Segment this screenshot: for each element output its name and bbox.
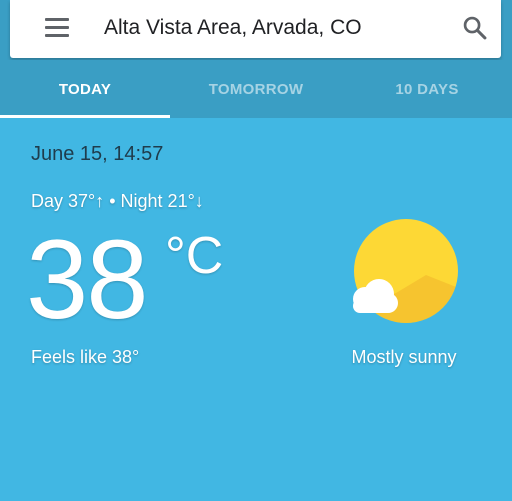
top-app-bar: Alta Vista Area, Arvada, CO (0, 0, 512, 60)
tab-today[interactable]: TODAY (0, 60, 170, 118)
day-night-temps: Day 37°↑ • Night 21°↓ (31, 191, 204, 211)
location-text[interactable]: Alta Vista Area, Arvada, CO (104, 16, 362, 40)
search-bar[interactable]: Alta Vista Area, Arvada, CO (10, 0, 501, 58)
menu-icon[interactable] (45, 18, 69, 38)
date-time: June 15, 14:57 (31, 143, 164, 165)
weather-condition: Mostly sunny (351, 347, 457, 367)
forecast-tabs: TODAY TOMORROW 10 DAYS (0, 60, 512, 118)
temperature-unit: °C (165, 227, 224, 285)
tab-10-days[interactable]: 10 DAYS (342, 60, 512, 118)
sun-cloud-icon (353, 219, 458, 323)
tab-tomorrow[interactable]: TOMORROW (171, 60, 341, 118)
search-icon[interactable] (461, 14, 489, 42)
active-tab-indicator (0, 115, 170, 118)
current-temperature: 38 (26, 217, 149, 342)
feels-like: Feels like 38° (31, 347, 140, 367)
